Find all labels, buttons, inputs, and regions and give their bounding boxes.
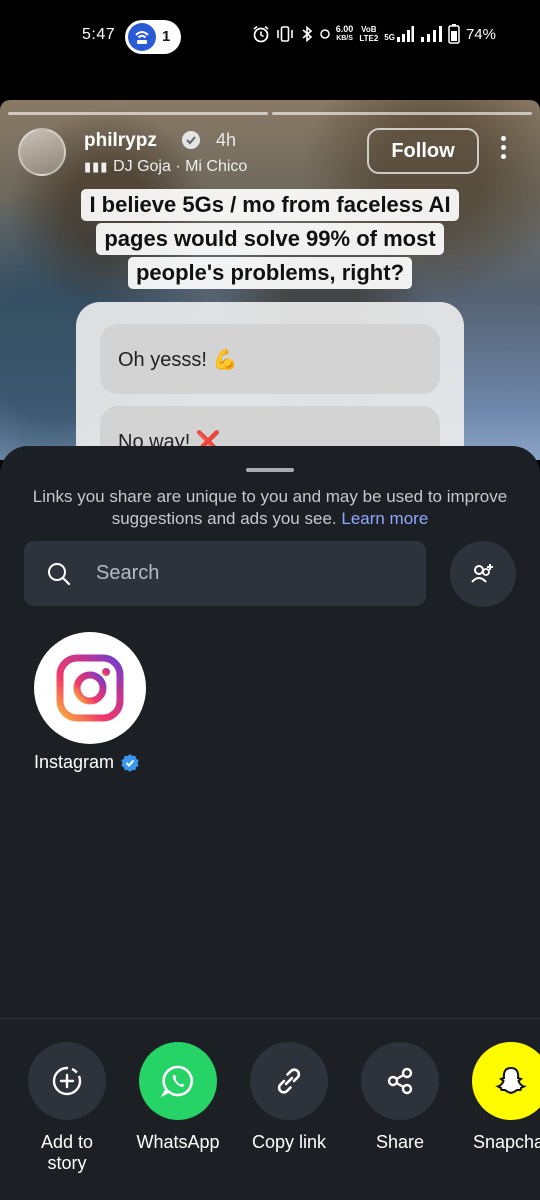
vibrate-icon: [276, 26, 293, 42]
whatsapp-button[interactable]: WhatsApp: [128, 1042, 228, 1153]
share-notice-text: Links you share are unique to you and ma…: [32, 487, 508, 528]
snapchat-icon: [495, 1066, 527, 1095]
music-bars-icon: ▮▮▮: [84, 159, 114, 174]
volte-indicator: VoB LTE2: [359, 25, 378, 43]
story-username[interactable]: philrypz: [84, 130, 157, 152]
contact-name: Instagram: [34, 752, 140, 773]
learn-more-link[interactable]: Learn more: [341, 509, 428, 528]
sheet-drag-handle[interactable]: [246, 468, 294, 472]
contact-avatar: [34, 632, 146, 744]
whatsapp-icon: [160, 1065, 194, 1098]
snapchat-button[interactable]: Snapchat: [461, 1042, 540, 1153]
search-bar[interactable]: [24, 541, 426, 606]
hotspot-icon: [128, 23, 156, 51]
contact-instagram[interactable]: Instagram: [34, 632, 146, 772]
search-input[interactable]: [96, 541, 416, 606]
add-people-icon: [471, 564, 493, 583]
action-label: Copy link: [251, 1132, 327, 1152]
divider: [0, 1018, 540, 1019]
battery-icon: [448, 24, 460, 44]
network-speed-value: 6.00: [335, 24, 354, 34]
data-saver-icon: [320, 29, 330, 39]
poll-sticker: Oh yesss! 💪 No way! ❌: [76, 302, 464, 460]
share-icon: [387, 1067, 413, 1095]
hotspot-count: 1: [162, 28, 171, 45]
add-story-icon: [52, 1066, 82, 1096]
bluetooth-icon: [302, 25, 313, 43]
link-icon: [277, 1068, 301, 1094]
add-people-button[interactable]: [450, 541, 516, 607]
share-actions-row: Add to story WhatsApp Copy link Share Sn…: [0, 1042, 540, 1192]
caption-line: people's problems, right?: [127, 257, 413, 289]
alarm-icon: [253, 25, 269, 43]
follow-button[interactable]: Follow: [367, 128, 479, 174]
status-icons: 6.00 KB/S VoB LTE2 5G 74%: [252, 24, 496, 44]
story-music-text: DJ Goja · Mi Chico: [113, 158, 248, 175]
caption-line: I believe 5Gs / mo from faceless AI: [81, 189, 459, 221]
action-label: WhatsApp: [136, 1132, 220, 1152]
network-5g-label: 5G: [384, 33, 395, 42]
copy-link-button[interactable]: Copy link: [239, 1042, 339, 1153]
network-speed: 6.00 KB/S: [336, 25, 354, 43]
action-circle: [250, 1042, 328, 1120]
instagram-logo-icon: [56, 654, 124, 722]
action-circle: [361, 1042, 439, 1120]
caption-line: pages would solve 99% of most: [96, 223, 444, 255]
progress-segment: [8, 112, 268, 115]
action-label: Add to story: [40, 1132, 94, 1173]
status-bar: 5:47 1 6.00 KB/S VoB LTE2 5G 74%: [0, 0, 540, 72]
hotspot-indicator[interactable]: 1: [125, 20, 181, 54]
volte-top-label: VoB: [361, 25, 377, 34]
story-music[interactable]: ▮▮▮ DJ Goja · Mi Chico: [84, 158, 247, 176]
story-caption: I believe 5Gs / mo from faceless AI page…: [0, 188, 540, 290]
signal-bars-2-icon: [420, 26, 442, 42]
verified-badge-icon: [182, 131, 200, 149]
action-label: Share: [375, 1132, 425, 1152]
action-circle: [472, 1042, 540, 1120]
verified-badge-icon: [121, 753, 139, 772]
contact-name-text: Instagram: [34, 752, 115, 772]
avatar[interactable]: [18, 128, 66, 176]
search-icon: [48, 563, 71, 586]
more-options-icon[interactable]: [496, 136, 510, 166]
action-circle: [139, 1042, 217, 1120]
share-sheet: Links you share are unique to you and ma…: [0, 446, 540, 1200]
add-to-story-button[interactable]: Add to story: [17, 1042, 117, 1174]
signal-bars-icon: [396, 26, 414, 42]
action-circle: [28, 1042, 106, 1120]
share-notice: Links you share are unique to you and ma…: [30, 486, 510, 530]
status-time: 5:47: [82, 26, 116, 43]
story-progress: [8, 112, 532, 115]
signal-5g: 5G: [384, 26, 414, 42]
progress-segment: [272, 112, 532, 115]
story-view[interactable]: philrypz 4h ▮▮▮ DJ Goja · Mi Chico Follo…: [0, 100, 540, 460]
volte-bottom-label: LTE2: [359, 34, 379, 43]
share-button[interactable]: Share: [350, 1042, 450, 1153]
poll-option[interactable]: Oh yesss! 💪: [100, 324, 440, 394]
story-time-ago: 4h: [216, 130, 237, 150]
network-speed-unit: KB/S: [336, 35, 353, 42]
battery-percent: 74%: [465, 25, 496, 43]
action-label: Snapchat: [472, 1132, 540, 1152]
